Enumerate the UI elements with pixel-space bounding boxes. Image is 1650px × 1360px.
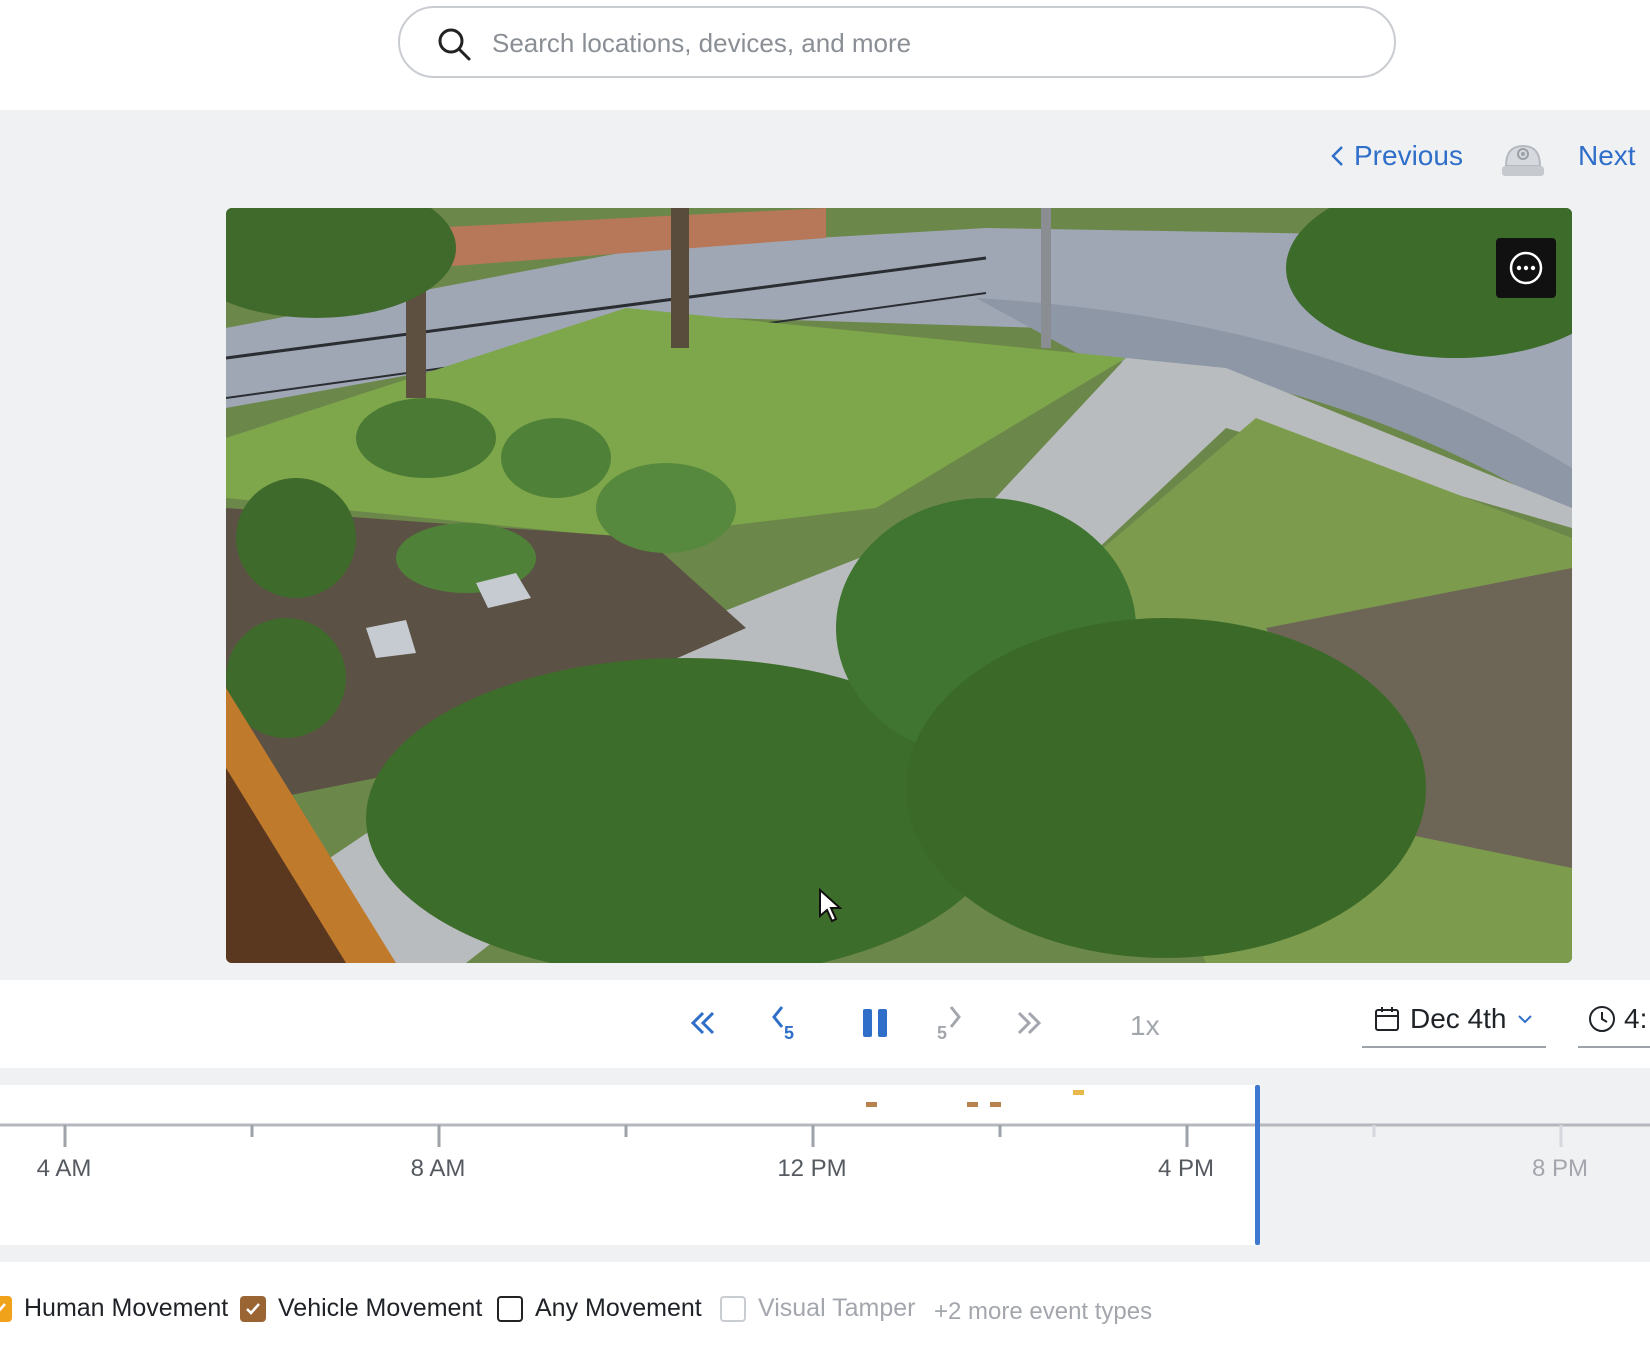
- jump-to-live-button[interactable]: [1006, 1000, 1052, 1046]
- date-label: Dec 4th: [1410, 1003, 1507, 1034]
- any-movement-label: Any Movement: [535, 1294, 702, 1322]
- tick-label: 8 PM: [1531, 1155, 1589, 1182]
- mouse-cursor-icon: [819, 888, 843, 923]
- pause-icon: [863, 1009, 887, 1037]
- human-event-marker: [1073, 1090, 1084, 1095]
- vehicle-event-marker: [866, 1102, 877, 1107]
- previous-camera-link[interactable]: Previous: [1330, 140, 1463, 172]
- double-chevron-left-icon: [690, 1011, 715, 1035]
- filter-human-movement[interactable]: Human Movement: [0, 1294, 228, 1323]
- human-movement-checkbox[interactable]: [0, 1295, 12, 1322]
- chevron-down-icon: [1517, 1015, 1532, 1024]
- filter-vehicle-movement[interactable]: Vehicle Movement: [240, 1294, 482, 1323]
- calendar-icon: [1375, 1007, 1399, 1031]
- double-chevron-right-icon: [1017, 1011, 1042, 1035]
- time-label: 4:: [1624, 1003, 1648, 1034]
- vehicle-event-marker: [990, 1102, 1001, 1107]
- more-options-button[interactable]: [1496, 238, 1556, 298]
- skip-back-button[interactable]: 5: [758, 1000, 804, 1046]
- any-movement-checkbox[interactable]: [497, 1295, 523, 1322]
- playhead: [1255, 1085, 1260, 1245]
- chevron-left-icon: [1331, 146, 1343, 166]
- filter-visual-tamper[interactable]: Visual Tamper: [720, 1294, 916, 1323]
- checkmark-icon: [0, 1302, 6, 1312]
- time-picker[interactable]: 4:: [1578, 992, 1650, 1048]
- tick-label: 12 PM: [777, 1155, 847, 1182]
- vehicle-movement-label: Vehicle Movement: [278, 1294, 483, 1322]
- skip-back-seconds: 5: [783, 1022, 794, 1043]
- dome-camera-icon: [1502, 144, 1544, 176]
- human-movement-label: Human Movement: [24, 1294, 229, 1322]
- timeline[interactable]: 4 AM 8 AM 12 PM 4 PM 8 PM: [0, 1085, 1650, 1245]
- search-input[interactable]: [490, 18, 1354, 68]
- skip-forward-icon: [949, 1006, 961, 1028]
- tick-label: 4 PM: [1157, 1155, 1215, 1182]
- skip-forward-button[interactable]: 5: [928, 1000, 974, 1046]
- more-options-icon: [1509, 251, 1543, 285]
- date-picker[interactable]: Dec 4th: [1362, 992, 1546, 1048]
- tick-label: 4 AM: [36, 1155, 92, 1182]
- playback-speed-button[interactable]: 1x: [1130, 1010, 1160, 1042]
- playback-controls: 5 5 1x Dec 4th 4:: [0, 980, 1650, 1068]
- camera-feed-frame: [226, 208, 1572, 963]
- visual-tamper-checkbox[interactable]: [720, 1295, 746, 1322]
- more-event-types-link[interactable]: +2 more event types: [934, 1298, 1152, 1326]
- next-camera-link[interactable]: Next: [1578, 140, 1636, 172]
- top-bar: [0, 0, 1650, 110]
- filter-any-movement[interactable]: Any Movement: [497, 1294, 702, 1323]
- vehicle-event-marker: [967, 1102, 978, 1107]
- checkmark-icon: [246, 1302, 260, 1315]
- video-player[interactable]: [226, 208, 1572, 963]
- clock-icon: [1589, 1006, 1615, 1032]
- visual-tamper-label: Visual Tamper: [758, 1294, 916, 1322]
- search-bar[interactable]: [398, 6, 1396, 78]
- vehicle-movement-checkbox[interactable]: [240, 1295, 266, 1322]
- jump-to-start-button[interactable]: [680, 1000, 726, 1046]
- event-filters: Human Movement Vehicle Movement Any Move…: [0, 1262, 1650, 1360]
- pause-button[interactable]: [852, 1000, 898, 1046]
- tick-label: 8 AM: [410, 1155, 466, 1182]
- previous-label: Previous: [1354, 140, 1463, 171]
- search-icon: [438, 28, 471, 61]
